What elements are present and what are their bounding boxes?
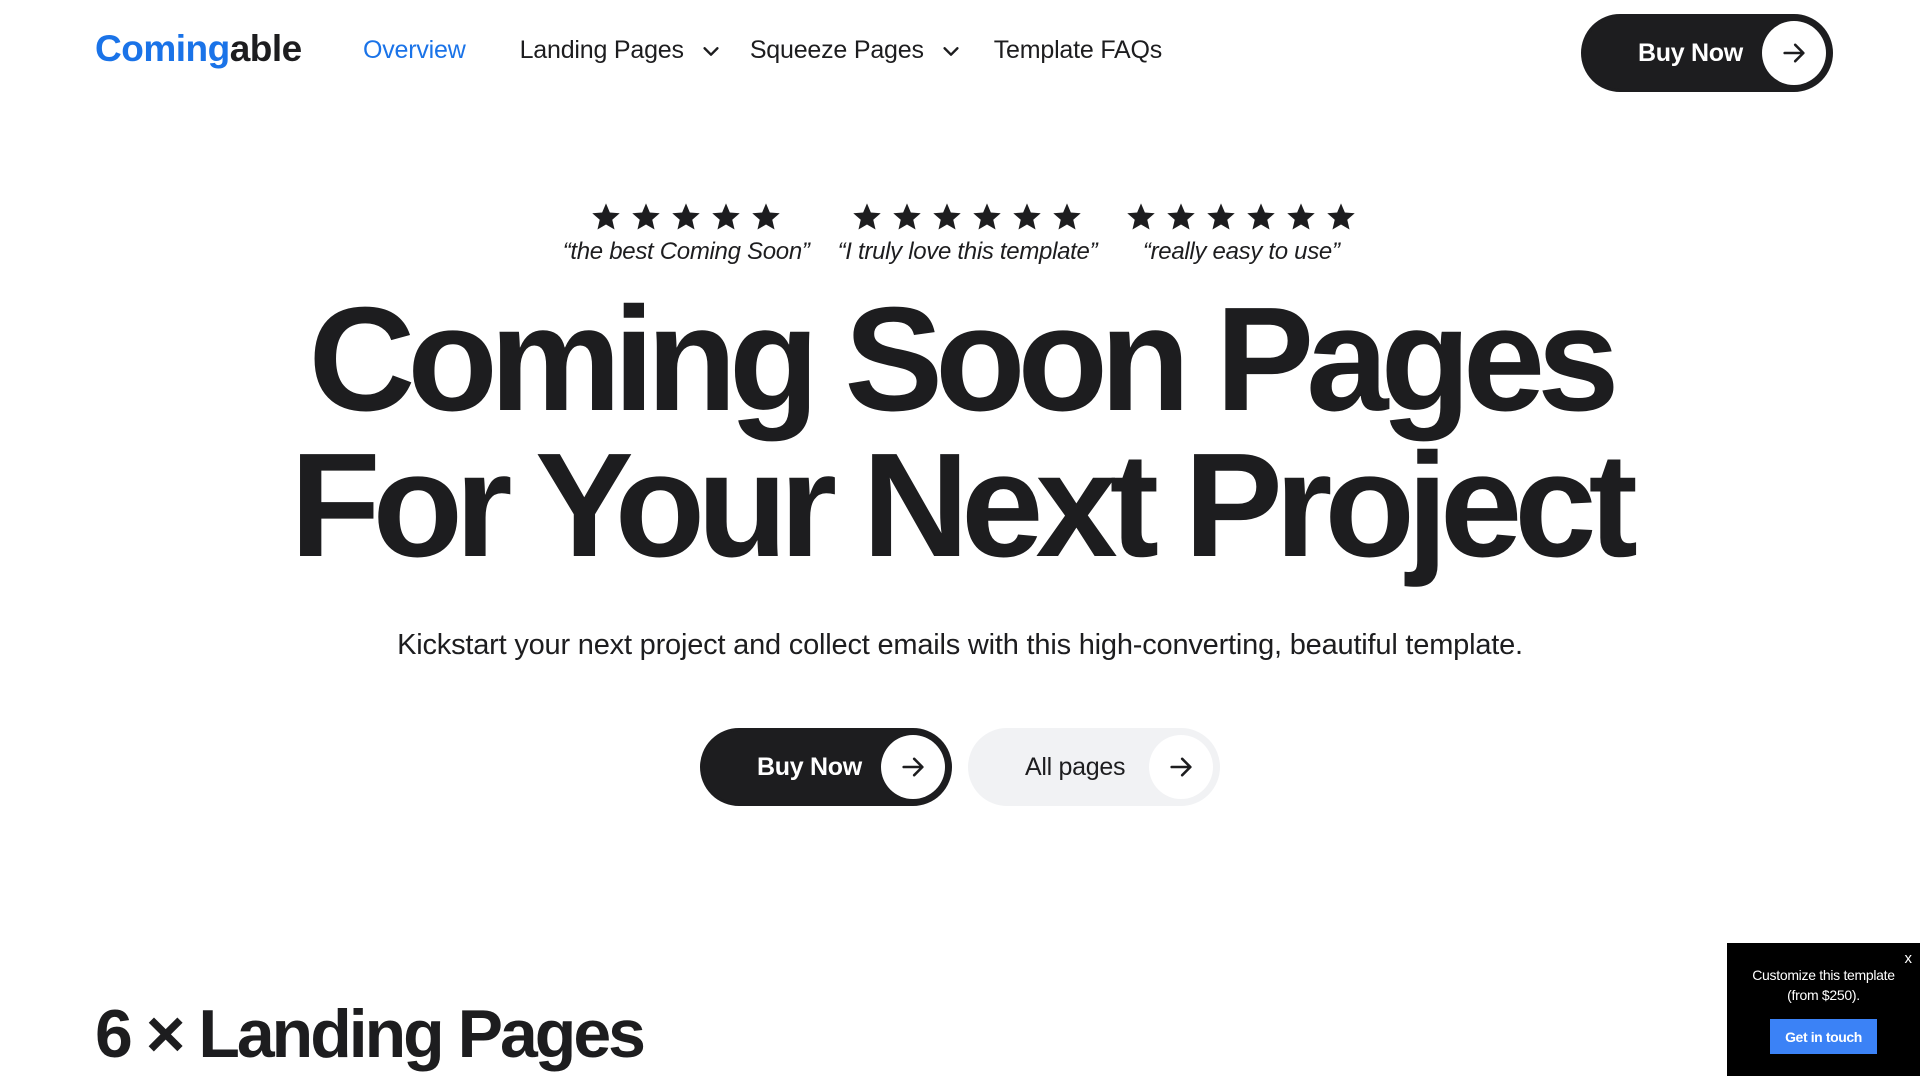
arrow-right-icon — [1762, 21, 1826, 85]
star-rating — [1125, 198, 1357, 236]
main-nav: Overview Landing Pages Squeeze Pages Tem… — [363, 36, 1162, 65]
nav-item-landing-pages[interactable]: Landing Pages — [520, 36, 722, 65]
brand-logo[interactable]: Comingable — [95, 28, 302, 70]
site-header: Comingable Overview Landing Pages Squeez… — [0, 0, 1920, 105]
star-icon — [933, 203, 962, 230]
star-icon — [632, 203, 660, 230]
nav-item-overview[interactable]: Overview — [363, 36, 466, 65]
star-icon — [712, 203, 740, 230]
header-buy-now-button[interactable]: Buy Now — [1581, 14, 1833, 92]
star-icon — [752, 203, 780, 230]
hero-cta-row: Buy Now All pages — [0, 728, 1920, 806]
star-rating — [851, 198, 1083, 236]
nav-item-squeeze-pages[interactable]: Squeeze Pages — [750, 36, 962, 65]
nav-item-template-faqs[interactable]: Template FAQs — [993, 36, 1163, 65]
get-in-touch-button[interactable]: Get in touch — [1770, 1019, 1877, 1054]
nav-item-label: Template FAQs — [993, 36, 1163, 64]
review-quote: “really easy to use” — [1142, 238, 1340, 265]
star-icon — [1287, 203, 1316, 230]
star-rating — [590, 198, 782, 236]
logo-rest-text: able — [229, 28, 303, 69]
logo-accent-text: Coming — [95, 28, 230, 69]
customize-popup: x Customize this template (from $250). G… — [1727, 943, 1920, 1076]
hero-headline: Coming Soon Pages For Your Next Project — [0, 277, 1920, 588]
nav-item-label: Overview — [363, 36, 466, 64]
review-quote: “the best Coming Soon” — [562, 238, 810, 265]
headline-line-2: For Your Next Project — [290, 423, 1638, 588]
hero-subtitle: Kickstart your next project and collect … — [397, 629, 1523, 661]
nav-item-label: Squeeze Pages — [749, 36, 924, 64]
chevron-down-icon — [703, 46, 719, 56]
star-icon — [1247, 203, 1276, 230]
star-icon — [1207, 203, 1236, 230]
all-pages-label: All pages — [1025, 752, 1126, 781]
headline-line-1: Coming Soon Pages — [308, 277, 1619, 442]
hero-buy-now-button[interactable]: Buy Now — [700, 728, 952, 806]
star-icon — [1127, 203, 1156, 230]
buy-now-label: Buy Now — [757, 752, 862, 781]
review-quote: “I truly love this template” — [837, 238, 1098, 265]
review-item: “really easy to use” — [1125, 198, 1357, 266]
star-icon — [1053, 203, 1082, 230]
arrow-right-icon — [881, 735, 945, 799]
star-icon — [1167, 203, 1196, 230]
buy-now-label: Buy Now — [1638, 38, 1743, 67]
chevron-down-icon — [943, 46, 959, 56]
popup-line-2: (from $250). — [1787, 987, 1860, 1003]
all-pages-button[interactable]: All pages — [968, 728, 1220, 806]
review-item: “I truly love this template” — [838, 198, 1098, 266]
popup-message: Customize this template (from $250). — [1727, 965, 1920, 1005]
review-item: “the best Coming Soon” — [563, 198, 810, 266]
star-icon — [893, 203, 922, 230]
arrow-right-icon — [1149, 735, 1213, 799]
star-icon — [973, 203, 1002, 230]
popup-line-1: Customize this template — [1752, 967, 1895, 983]
nav-item-label: Landing Pages — [519, 36, 684, 64]
star-icon — [853, 203, 882, 230]
star-icon — [1327, 203, 1356, 230]
star-icon — [672, 203, 700, 230]
star-icon — [1013, 203, 1042, 230]
star-icon — [592, 203, 620, 230]
landing-pages-section-title: 6 × Landing Pages — [95, 996, 646, 1072]
reviews-row: “the best Coming Soon” “I truly love thi… — [0, 198, 1920, 266]
